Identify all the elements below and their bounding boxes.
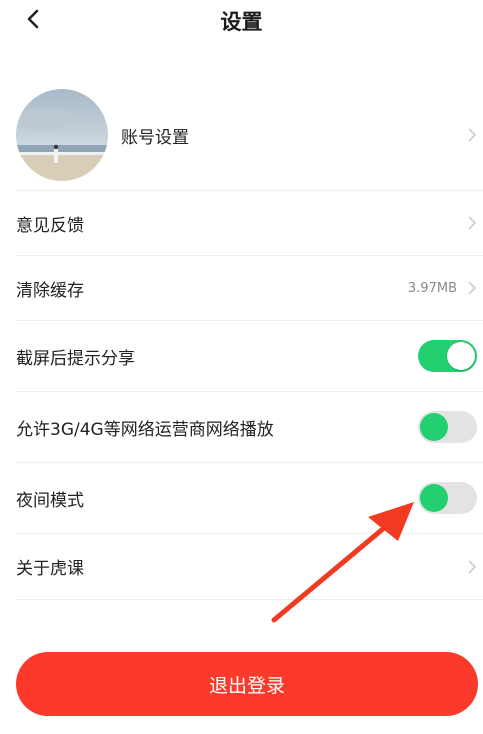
logout-button[interactable]: 退出登录 <box>16 652 478 716</box>
settings-item-label: 意见反馈 <box>16 215 84 236</box>
settings-item-feedback[interactable]: 意见反馈 <box>16 191 483 256</box>
avatar <box>16 89 108 181</box>
toggle-knob <box>447 342 475 370</box>
settings-item-label: 截屏后提示分享 <box>16 348 135 369</box>
settings-item-label: 清除缓存 <box>16 280 84 301</box>
chevron-right-icon <box>468 281 477 295</box>
settings-item-screenshot-share: 截屏后提示分享 <box>16 321 483 392</box>
header-bar: 设置 <box>0 0 483 40</box>
toggle-knob <box>420 484 448 512</box>
cache-size: 3.97MB <box>407 280 457 296</box>
toggle-knob <box>420 413 448 441</box>
settings-item-account[interactable]: 账号设置 <box>16 80 483 191</box>
mobile-network-toggle[interactable] <box>418 411 477 443</box>
chevron-right-icon <box>468 216 477 230</box>
page-title: 设置 <box>220 10 263 34</box>
settings-item-clear-cache[interactable]: 清除缓存 3.97MB <box>16 256 483 321</box>
chevron-right-icon <box>468 559 477 574</box>
night-mode-toggle[interactable] <box>418 482 477 514</box>
settings-item-night-mode: 夜间模式 <box>16 463 483 534</box>
screenshot-share-toggle[interactable] <box>418 340 477 372</box>
chevron-right-icon <box>468 128 477 142</box>
settings-item-about[interactable]: 关于虎课 <box>16 534 483 600</box>
settings-item-label: 夜间模式 <box>16 490 84 511</box>
settings-item-label: 关于虎课 <box>16 559 84 579</box>
settings-item-label: 允许3G/4G等网络运营商网络播放 <box>16 419 274 440</box>
settings-item-mobile-network: 允许3G/4G等网络运营商网络播放 <box>16 392 483 463</box>
settings-item-label: 账号设置 <box>121 127 189 148</box>
